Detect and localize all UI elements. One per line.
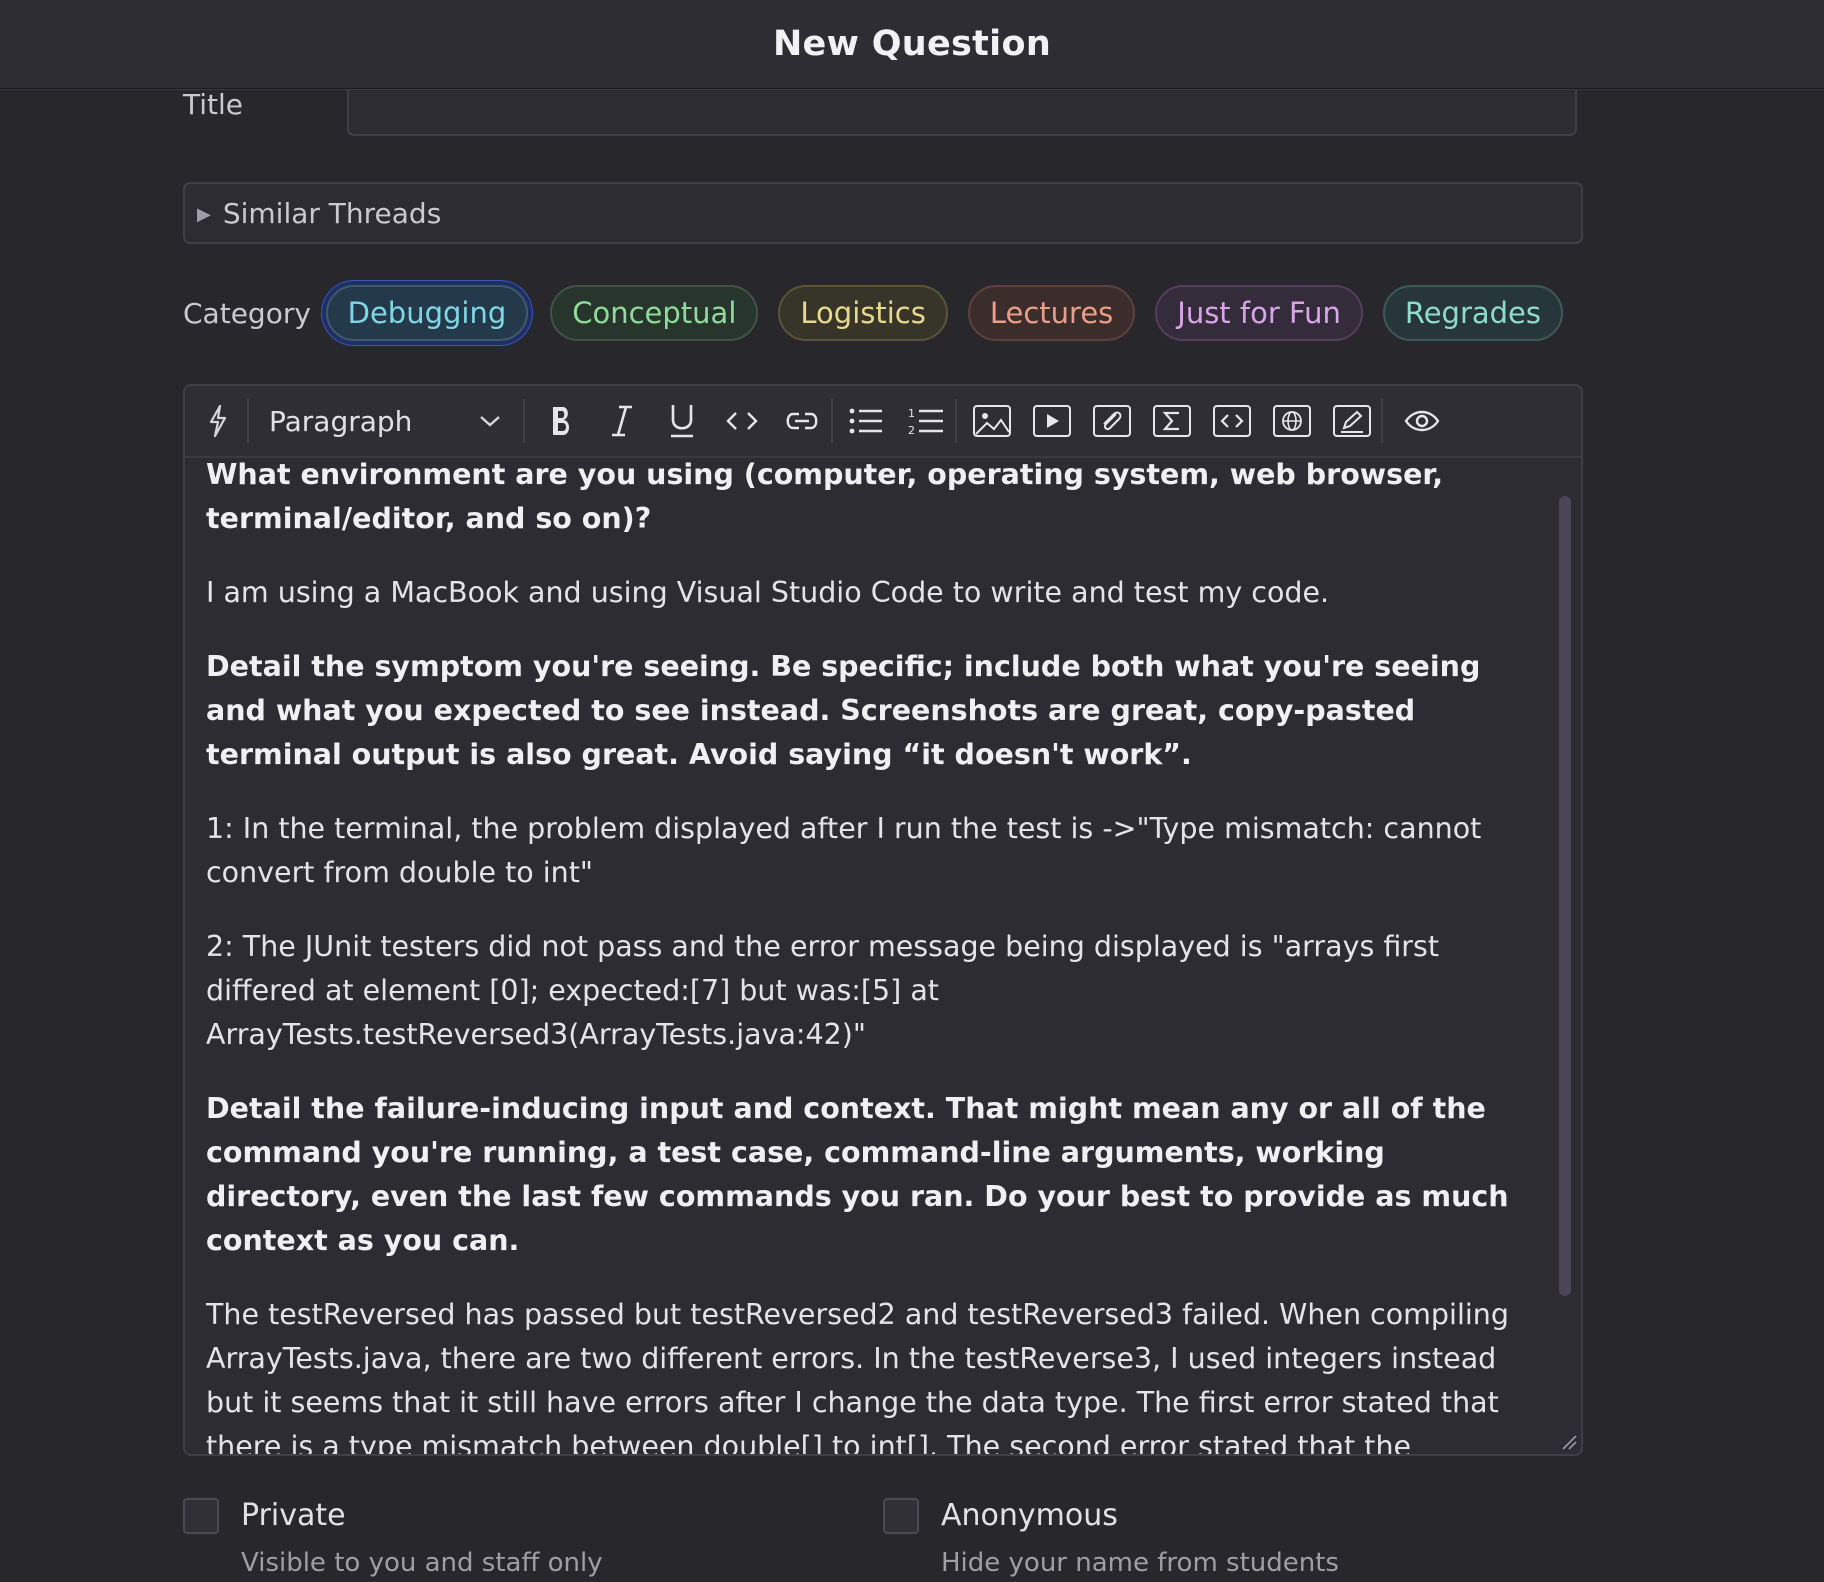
anonymous-option: Anonymous Hide your name from students xyxy=(883,1496,1339,1578)
question-paragraph: Detail the failure-inducing input and co… xyxy=(206,1092,1509,1257)
category-label: Category xyxy=(183,296,311,330)
code-icon[interactable] xyxy=(719,398,765,444)
web-snippet-icon[interactable] xyxy=(1269,398,1315,444)
editor-content[interactable]: What environment are you using (computer… xyxy=(185,456,1581,1454)
draw-icon[interactable] xyxy=(1329,398,1375,444)
anonymous-label: Anonymous xyxy=(941,1498,1118,1533)
question-paragraph: What environment are you using (computer… xyxy=(206,458,1444,535)
attachment-icon[interactable] xyxy=(1089,398,1135,444)
question-paragraph: Detail the symptom you're seeing. Be spe… xyxy=(206,650,1481,771)
anonymous-checkbox[interactable] xyxy=(883,1498,919,1534)
answer-paragraph: 2: The JUnit testers did not pass and th… xyxy=(206,930,1440,1051)
title-row: Title xyxy=(183,84,1579,138)
category-chip-regrades[interactable]: Regrades xyxy=(1382,285,1563,341)
similar-threads-label: Similar Threads xyxy=(222,196,442,230)
svg-text:1: 1 xyxy=(908,407,915,420)
video-icon[interactable] xyxy=(1029,398,1075,444)
title-input[interactable] xyxy=(347,84,1577,136)
code-block-icon[interactable] xyxy=(1209,398,1255,444)
image-icon[interactable] xyxy=(969,398,1015,444)
toolbar-divider xyxy=(523,399,525,443)
private-option: Private Visible to you and staff only xyxy=(183,1496,603,1578)
underline-icon[interactable] xyxy=(659,398,705,444)
answer-paragraph: 1: In the terminal, the problem displaye… xyxy=(206,812,1482,889)
answer-paragraph: I am using a MacBook and using Visual St… xyxy=(206,576,1330,609)
page-title: New Question xyxy=(772,24,1052,64)
category-chip-just-for-fun[interactable]: Just for Fun xyxy=(1155,285,1363,341)
resize-handle-icon[interactable] xyxy=(1561,1434,1577,1450)
answer-paragraph: The testReversed has passed but testReve… xyxy=(206,1298,1509,1454)
category-chip-debugging[interactable]: Debugging xyxy=(325,285,529,341)
link-icon[interactable] xyxy=(779,398,825,444)
title-label: Title xyxy=(183,88,244,121)
page-header: New Question xyxy=(0,0,1824,89)
preview-eye-icon[interactable] xyxy=(1399,398,1445,444)
lightning-icon[interactable] xyxy=(195,398,241,444)
private-checkbox[interactable] xyxy=(183,1498,219,1534)
numbered-list-icon[interactable]: 12 xyxy=(903,398,949,444)
category-chip-logistics[interactable]: Logistics xyxy=(778,285,948,341)
chevron-down-icon xyxy=(480,416,500,427)
svg-text:2: 2 xyxy=(908,424,915,436)
toolbar-divider xyxy=(247,399,249,443)
paragraph-style-select[interactable]: Paragraph xyxy=(255,398,517,444)
toolbar-divider xyxy=(955,399,957,443)
private-text: Private Visible to you and staff only xyxy=(241,1496,603,1578)
editor-scrollbar[interactable] xyxy=(1559,496,1571,1296)
rich-text-editor[interactable]: Paragraph 12 What environment are you us… xyxy=(183,384,1583,1456)
editor-toolbar: Paragraph 12 xyxy=(185,386,1581,458)
category-chip-conceptual[interactable]: Conceptual xyxy=(550,285,759,341)
private-label: Private xyxy=(241,1498,346,1533)
category-row: Category Debugging Conceptual Logistics … xyxy=(183,282,1583,344)
toolbar-divider xyxy=(1381,399,1383,443)
bullet-list-icon[interactable] xyxy=(843,398,889,444)
anonymous-text: Anonymous Hide your name from students xyxy=(941,1496,1339,1578)
anonymous-description: Hide your name from students xyxy=(941,1548,1339,1578)
category-chip-lectures[interactable]: Lectures xyxy=(967,285,1136,341)
similar-threads-toggle[interactable]: ▶ Similar Threads xyxy=(183,182,1583,244)
private-description: Visible to you and staff only xyxy=(241,1548,603,1578)
toolbar-divider xyxy=(831,399,833,443)
bold-icon[interactable] xyxy=(539,398,585,444)
italic-icon[interactable] xyxy=(599,398,645,444)
paragraph-style-value: Paragraph xyxy=(269,404,413,438)
expand-triangle-icon: ▶ xyxy=(197,203,211,225)
math-icon[interactable] xyxy=(1149,398,1195,444)
